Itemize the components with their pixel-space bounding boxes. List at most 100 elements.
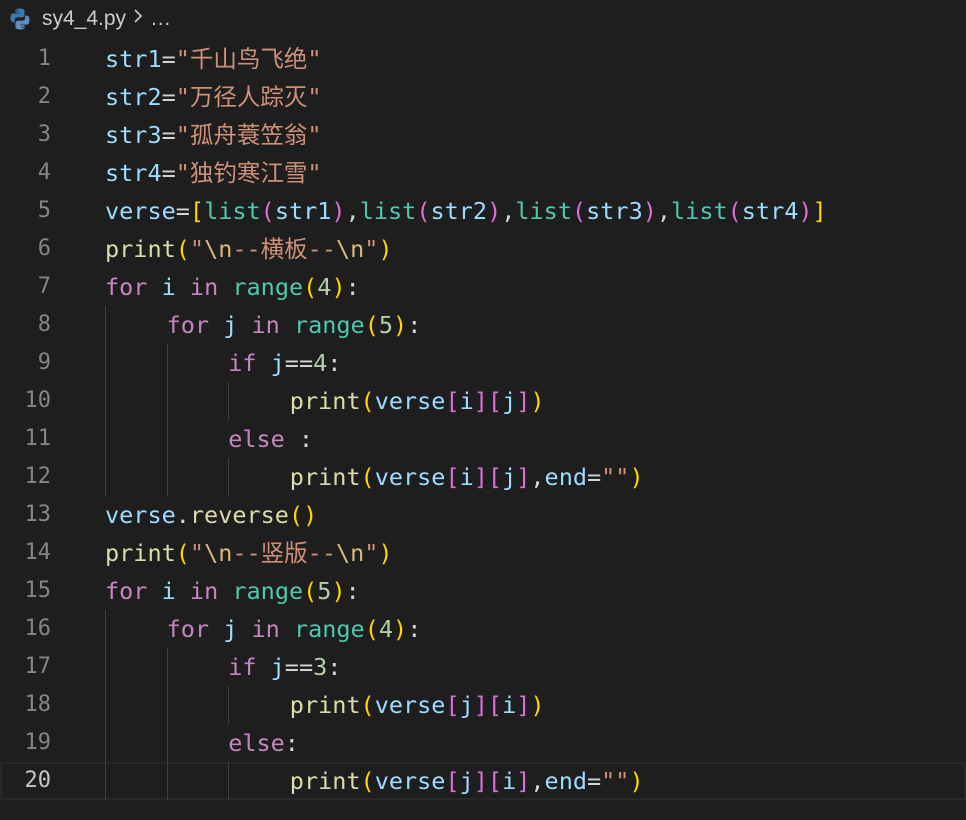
- code-text: for j in range(5):: [167, 306, 422, 344]
- code-line[interactable]: 4 str4="独钓寒江雪": [0, 154, 966, 192]
- code-token: (: [175, 235, 190, 263]
- code-token: ]: [473, 463, 488, 491]
- code-line[interactable]: 10 print(verse[i][j]): [0, 382, 966, 420]
- code-text: print(verse[j][i],end=""): [290, 762, 644, 800]
- code-line[interactable]: 3 str3="孤舟蓑笠翁": [0, 116, 966, 154]
- code-token: (: [364, 311, 379, 339]
- indent-guide: [105, 420, 106, 458]
- code-line[interactable]: 19 else:: [0, 724, 966, 762]
- code-token: \n: [335, 539, 365, 567]
- code-token: if: [228, 653, 257, 681]
- code-token: str1: [274, 197, 332, 225]
- line-number: 11: [24, 426, 52, 451]
- code-token: ,: [656, 197, 672, 225]
- code-token: =: [161, 83, 176, 111]
- line-number: 8: [37, 312, 51, 337]
- code-token: reverse: [189, 501, 289, 529]
- line-number: 18: [24, 692, 52, 717]
- code-token: ): [331, 577, 346, 605]
- code-token: [: [487, 691, 503, 719]
- code-token: ): [378, 235, 393, 263]
- code-token: ): [487, 197, 502, 225]
- code-token: --横板--: [232, 235, 336, 263]
- code-token: =: [161, 159, 176, 187]
- indent-guide: [228, 762, 230, 800]
- breadcrumb-ellipsis[interactable]: …: [150, 7, 171, 31]
- code-text: print(verse[i][j]): [290, 382, 545, 420]
- code-line[interactable]: 11 else :: [0, 420, 966, 458]
- code-token: end: [544, 767, 587, 795]
- code-line[interactable]: 13 verse.reverse(): [0, 496, 966, 534]
- code-line[interactable]: 14 print("\n--竖版--\n"): [0, 534, 966, 572]
- code-token: ": [364, 235, 379, 263]
- code-token: =: [161, 45, 176, 73]
- code-token: :: [407, 615, 422, 643]
- code-token: list: [671, 197, 728, 225]
- code-line[interactable]: 1 str1="千山鸟飞绝": [0, 40, 966, 78]
- indent-guide: [228, 458, 230, 496]
- code-token: =: [175, 197, 190, 225]
- code-text: else:: [228, 724, 299, 762]
- code-line[interactable]: 16 for j in range(4):: [0, 610, 966, 648]
- code-token: str2: [430, 197, 488, 225]
- breadcrumb-file-name[interactable]: sy4_4.py: [42, 7, 126, 31]
- code-token: .: [175, 501, 190, 529]
- code-token: ): [393, 615, 408, 643]
- code-line[interactable]: 18 print(verse[j][i]): [0, 686, 966, 724]
- code-token: ): [331, 273, 346, 301]
- code-token: :: [284, 729, 299, 757]
- line-number: 2: [37, 84, 51, 109]
- line-number: 9: [37, 350, 51, 375]
- code-text: str3="孤舟蓑笠翁": [105, 116, 322, 154]
- line-number: 4: [37, 160, 51, 185]
- code-token: range: [232, 273, 304, 301]
- indent-guide: [105, 306, 106, 344]
- indent-guide: [105, 762, 106, 800]
- breadcrumb: sy4_4.py …: [0, 0, 966, 38]
- code-line[interactable]: 20 print(verse[j][i],end=""): [0, 762, 966, 800]
- indent-guide: [166, 686, 168, 724]
- code-line[interactable]: 9 if j==4:: [0, 344, 966, 382]
- code-token: "万径人踪灭": [175, 83, 322, 111]
- indent-guide: [105, 458, 106, 496]
- code-line[interactable]: 5 verse=[list(str1),list(str2),list(str3)…: [0, 192, 966, 230]
- code-token: ): [393, 311, 408, 339]
- indent-guide: [166, 648, 168, 686]
- code-line[interactable]: 8 for j in range(5):: [0, 306, 966, 344]
- line-number: 5: [37, 198, 51, 223]
- code-text: print(verse[j][i]): [290, 686, 545, 724]
- code-line[interactable]: 15 for i in range(5):: [0, 572, 966, 610]
- code-token: j: [270, 653, 285, 681]
- code-editor[interactable]: 1 str1="千山鸟飞绝" 2 str2="万径人踪灭" 3 str3="孤舟蓑笠翁" 4…: [0, 40, 966, 800]
- code-line[interactable]: 6 print("\n--横板--\n"): [0, 230, 966, 268]
- code-line[interactable]: 17 if j==3:: [0, 648, 966, 686]
- code-token: "千山鸟飞绝": [175, 45, 322, 73]
- code-token: str1: [105, 45, 162, 73]
- code-token: str4: [741, 197, 799, 225]
- code-line[interactable]: 7 for i in range(4):: [0, 268, 966, 306]
- indent-guide: [105, 382, 106, 420]
- code-token: for: [166, 615, 210, 643]
- code-token: print: [105, 539, 176, 567]
- chevron-right-icon: [132, 7, 144, 31]
- code-line[interactable]: 12 print(verse[i][j],end=""): [0, 458, 966, 496]
- code-token: ]: [473, 691, 488, 719]
- line-number: 13: [24, 502, 52, 527]
- code-text: print("\n--横板--\n"): [105, 230, 393, 268]
- code-token: ": [189, 235, 205, 263]
- code-token: in: [251, 311, 280, 339]
- code-text: else :: [228, 420, 313, 458]
- code-token: for: [105, 273, 148, 301]
- code-text: for j in range(4):: [167, 610, 422, 648]
- code-token: :: [345, 273, 360, 301]
- code-line[interactable]: 2 str2="万径人踪灭": [0, 78, 966, 116]
- code-token: (: [360, 463, 375, 491]
- code-token: ]: [516, 767, 531, 795]
- code-token: (: [727, 197, 742, 225]
